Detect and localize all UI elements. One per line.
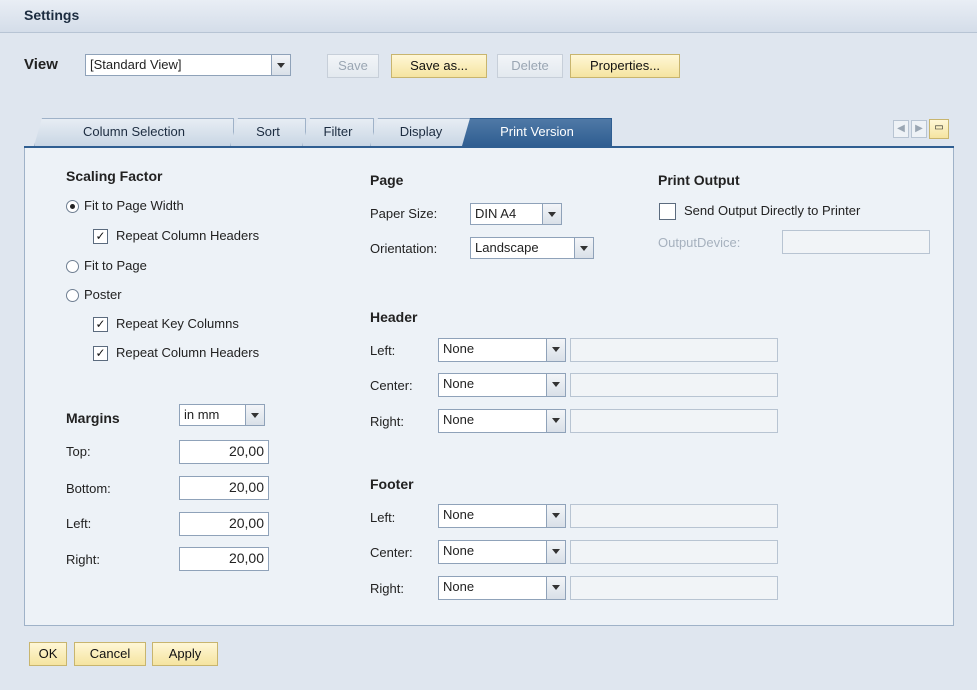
title-bar: Settings [0,0,977,33]
footer-center-value: None [443,543,475,558]
tab-scroll-right-icon[interactable]: ▶ [911,120,927,138]
margin-left-input[interactable]: 20,00 [179,512,269,536]
properties-button[interactable]: Properties... [570,54,680,78]
chevron-down-icon[interactable] [546,410,565,432]
tab-print-version[interactable]: Print Version [462,118,612,146]
margin-right-label: Right: [66,552,100,567]
footer-heading: Footer [370,476,414,492]
fit-width-radio[interactable] [66,200,79,213]
chevron-down-icon[interactable] [546,505,565,527]
tab-list-icon[interactable]: ▭ [929,119,949,139]
fit-page-label: Fit to Page [84,258,147,273]
page-heading: Page [370,172,404,188]
tab-bar: Column Selection Sort Filter Display Pri… [24,118,954,148]
header-center-value: None [443,376,475,391]
view-select-value: [Standard View] [90,57,182,72]
footer-left-select[interactable]: None [438,504,566,528]
chevron-down-icon[interactable] [546,374,565,396]
poster-label: Poster [84,287,122,302]
repeat-column-headers-label-2: Repeat Column Headers [116,345,260,360]
header-left-text[interactable] [570,338,778,362]
margin-right-input[interactable]: 20,00 [179,547,269,571]
chevron-down-icon[interactable] [574,238,593,258]
view-label: View [24,56,58,73]
footer-right-value: None [443,579,475,594]
tab-scroll-left-icon[interactable]: ◀ [893,120,909,138]
footer-right-text[interactable] [570,576,778,600]
orientation-select[interactable]: Landscape [470,237,594,259]
margins-heading: Margins [66,410,120,426]
paper-size-value: DIN A4 [475,206,517,221]
window-title: Settings [24,7,80,23]
fit-width-label: Fit to Page Width [84,198,184,213]
header-center-select[interactable]: None [438,373,566,397]
orientation-value: Landscape [475,240,539,255]
view-select[interactable]: [Standard View] [85,54,291,76]
footer-left-text[interactable] [570,504,778,528]
output-device-input[interactable] [782,230,930,254]
poster-radio[interactable] [66,289,79,302]
print-output-heading: Print Output [658,172,740,188]
header-heading: Header [370,309,418,325]
header-right-value: None [443,412,475,427]
chevron-down-icon[interactable] [271,55,290,75]
tab-display[interactable]: Display [370,118,472,146]
repeat-column-headers-label-1: Repeat Column Headers [116,228,260,243]
apply-button[interactable]: Apply [152,642,218,666]
header-right-select[interactable]: None [438,409,566,433]
footer-left-label: Left: [370,510,396,525]
margin-top-input[interactable]: 20,00 [179,440,269,464]
footer-center-label: Center: [370,545,413,560]
panel-accent-line [24,146,954,148]
ok-button[interactable]: OK [29,642,67,666]
header-left-label: Left: [370,343,396,358]
header-left-select[interactable]: None [438,338,566,362]
orientation-label: Orientation: [370,241,438,256]
margin-bottom-input[interactable]: 20,00 [179,476,269,500]
chevron-down-icon[interactable] [542,204,561,224]
tab-sort[interactable]: Sort [230,118,306,146]
header-center-text[interactable] [570,373,778,397]
margin-left-label: Left: [66,516,92,531]
header-right-label: Right: [370,414,404,429]
footer-center-select[interactable]: None [438,540,566,564]
repeat-column-headers-checkbox-1[interactable]: ✓ [93,229,108,244]
chevron-down-icon[interactable] [546,339,565,361]
fit-page-radio[interactable] [66,260,79,273]
chevron-down-icon[interactable] [245,405,264,425]
repeat-column-headers-checkbox-2[interactable]: ✓ [93,346,108,361]
paper-size-select[interactable]: DIN A4 [470,203,562,225]
tab-filter[interactable]: Filter [302,118,374,146]
footer-left-value: None [443,507,475,522]
chevron-down-icon[interactable] [546,541,565,563]
footer-right-label: Right: [370,581,404,596]
header-left-value: None [443,341,475,356]
scaling-factor-heading: Scaling Factor [66,168,163,184]
tab-column-selection[interactable]: Column Selection [34,118,234,146]
output-device-label: OutputDevice: [658,235,741,250]
send-direct-label: Send Output Directly to Printer [684,203,861,218]
header-right-text[interactable] [570,409,778,433]
margins-unit-select[interactable]: in mm [179,404,265,426]
cancel-button[interactable]: Cancel [74,642,146,666]
save-button[interactable]: Save [327,54,379,78]
margins-unit-value: in mm [184,407,220,422]
margin-top-label: Top: [66,444,91,459]
paper-size-label: Paper Size: [370,206,438,221]
header-center-label: Center: [370,378,413,393]
margin-bottom-label: Bottom: [66,481,111,496]
delete-button[interactable]: Delete [497,54,563,78]
chevron-down-icon[interactable] [546,577,565,599]
save-as-button[interactable]: Save as... [391,54,487,78]
send-direct-checkbox[interactable] [659,203,676,220]
repeat-key-columns-label: Repeat Key Columns [116,316,239,331]
repeat-key-columns-checkbox[interactable]: ✓ [93,317,108,332]
footer-right-select[interactable]: None [438,576,566,600]
footer-center-text[interactable] [570,540,778,564]
